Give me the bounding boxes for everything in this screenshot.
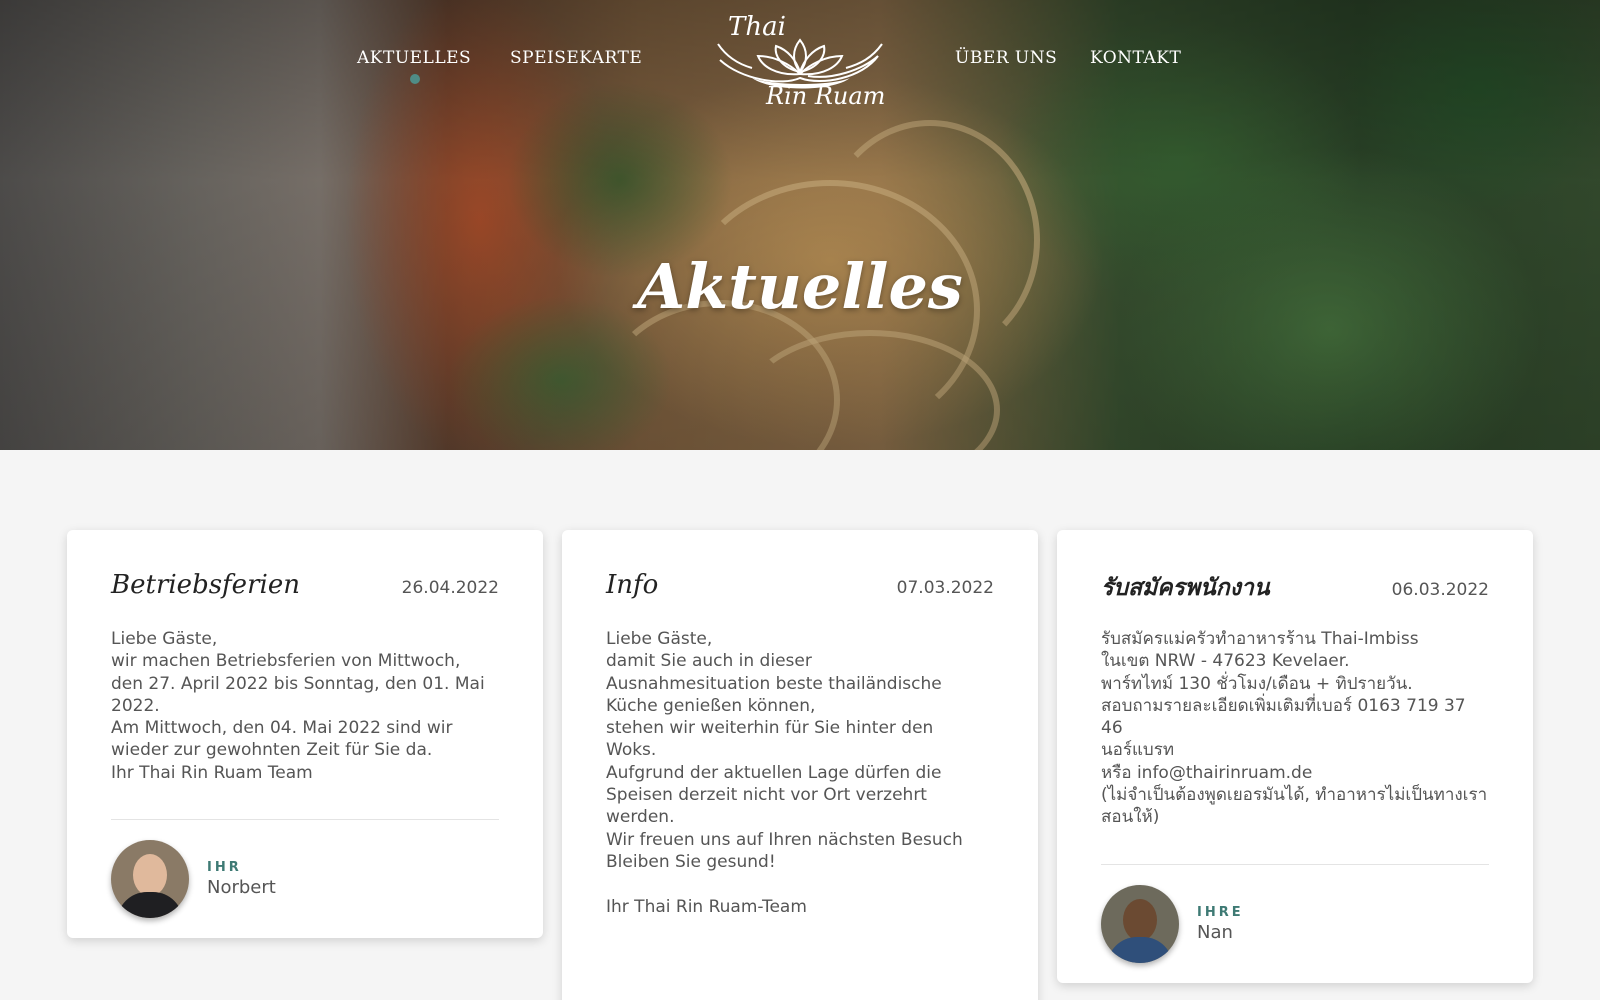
nav-active-indicator — [410, 74, 420, 84]
card-body: รับสมัครแม่ครัวทำอาหารร้าน Thai-Imbiss ใ… — [1101, 628, 1489, 829]
card-author: IHRE Nan — [1101, 865, 1489, 983]
hero-banner: AKTUELLES SPEISEKARTE Thai Rin Ruam ÜBER… — [0, 0, 1600, 450]
card-author: IHR Norbert — [111, 820, 499, 938]
nav-speisekarte[interactable]: SPEISEKARTE — [510, 48, 642, 68]
card-title: Betriebsferien — [111, 570, 300, 600]
card-date: 26.04.2022 — [401, 578, 499, 598]
avatar — [111, 840, 189, 919]
news-card: Info 07.03.2022 Liebe Gäste, damit Sie a… — [562, 530, 1038, 1000]
card-body: Liebe Gäste, wir machen Betriebsferien v… — [111, 628, 499, 784]
nav-kontakt[interactable]: KONTAKT — [1090, 48, 1181, 68]
card-date: 06.03.2022 — [1391, 580, 1489, 600]
nav-ueber-uns[interactable]: ÜBER UNS — [955, 48, 1057, 68]
page-title: Aktuelles — [637, 250, 963, 323]
card-header: Betriebsferien 26.04.2022 — [111, 570, 499, 628]
card-body: Liebe Gäste, damit Sie auch in dieser Au… — [606, 628, 994, 918]
author-role: IHR — [207, 860, 242, 876]
logo-line-rinruam: Rin Ruam — [766, 82, 886, 110]
author-role: IHRE — [1197, 904, 1244, 920]
author-name: Norbert — [207, 877, 276, 899]
card-date: 07.03.2022 — [896, 578, 994, 598]
card-text: Liebe Gäste, damit Sie auch in dieser Au… — [606, 629, 963, 917]
author-name: Nan — [1197, 921, 1233, 943]
news-card: รับสมัครพนักงาน 06.03.2022 รับสมัครแม่คร… — [1057, 530, 1533, 983]
card-text: Liebe Gäste, wir machen Betriebsferien v… — [111, 629, 485, 783]
card-header: รับสมัครพนักงาน 06.03.2022 — [1101, 570, 1489, 628]
nav-aktuelles[interactable]: AKTUELLES — [357, 48, 471, 68]
avatar — [1101, 884, 1179, 963]
card-text: รับสมัครแม่ครัวทำอาหารร้าน Thai-Imbiss ใ… — [1101, 629, 1488, 828]
card-header: Info 07.03.2022 — [606, 570, 994, 628]
card-title: รับสมัครพนักงาน — [1101, 575, 1270, 601]
news-card: Betriebsferien 26.04.2022 Liebe Gäste, w… — [67, 530, 543, 939]
logo[interactable]: Thai Rin Ruam — [712, 8, 888, 118]
card-title: Info — [606, 570, 659, 600]
